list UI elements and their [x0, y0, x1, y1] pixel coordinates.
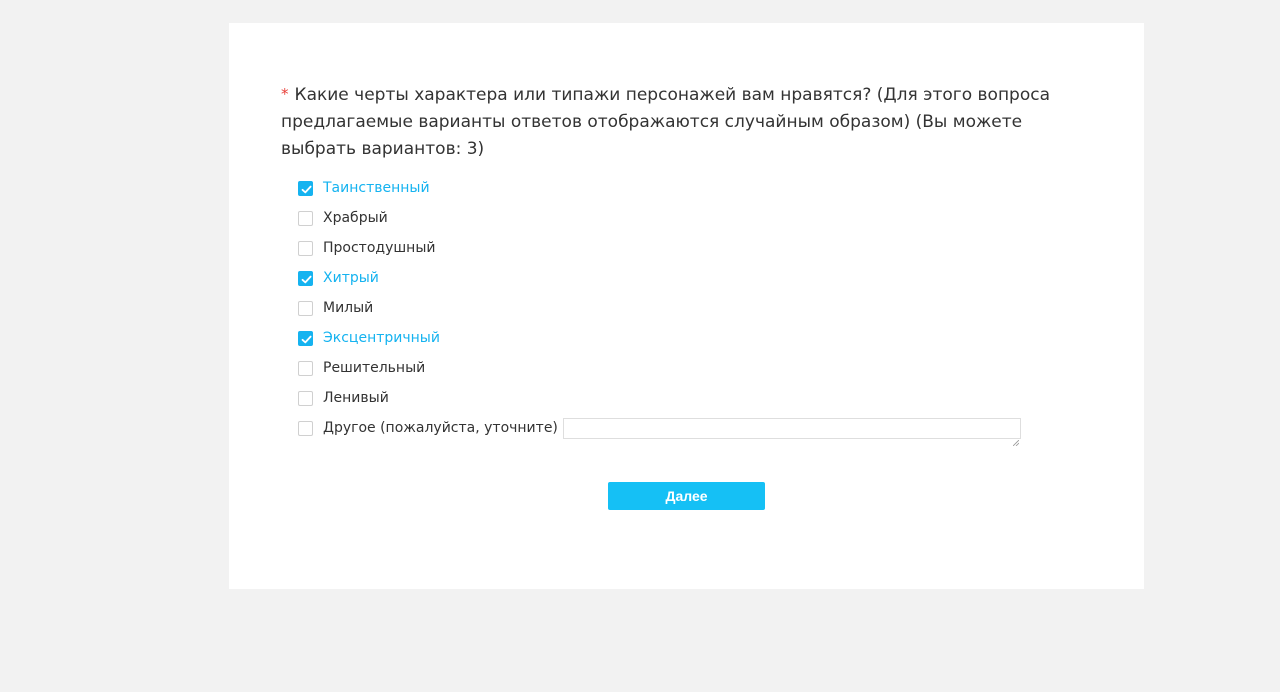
other-text-input[interactable] — [562, 417, 1021, 446]
option-item[interactable]: Ленивый — [298, 383, 1021, 413]
option-item[interactable]: Другое (пожалуйста, уточните) — [298, 413, 1021, 446]
required-mark: * — [281, 85, 289, 103]
checkbox[interactable] — [298, 300, 313, 316]
checkbox-checked[interactable] — [298, 330, 313, 346]
next-button[interactable]: Далее — [608, 482, 765, 510]
option-label: Милый — [323, 300, 374, 316]
option-item[interactable]: Таинственный — [298, 173, 1021, 203]
checkmark-icon — [301, 185, 312, 193]
question-title: * Какие черты характера или типажи персон… — [281, 81, 1081, 163]
checkmark-icon — [301, 275, 312, 283]
option-item[interactable]: Хитрый — [298, 263, 1021, 293]
option-label: Храбрый — [323, 210, 388, 226]
options-list: Таинственный Храбрый Простодушный Хитрый Мил… — [298, 173, 1021, 446]
option-label: Таинственный — [323, 180, 430, 196]
option-label: Хитрый — [323, 270, 379, 286]
survey-card: * Какие черты характера или типажи персон… — [229, 23, 1144, 589]
option-item[interactable]: Милый — [298, 293, 1021, 323]
option-label: Простодушный — [323, 240, 436, 256]
resize-grip-icon[interactable] — [1012, 431, 1020, 446]
option-item[interactable]: Решительный — [298, 353, 1021, 383]
checkbox-checked[interactable] — [298, 180, 313, 196]
option-label: Ленивый — [323, 390, 389, 406]
checkbox[interactable] — [298, 240, 313, 256]
checkbox[interactable] — [298, 390, 313, 406]
checkbox[interactable] — [298, 420, 313, 436]
option-label: Эксцентричный — [323, 330, 440, 346]
option-label: Решительный — [323, 360, 426, 376]
option-item[interactable]: Эксцентричный — [298, 323, 1021, 353]
checkbox[interactable] — [298, 210, 313, 226]
option-item[interactable]: Простодушный — [298, 233, 1021, 263]
checkbox[interactable] — [298, 360, 313, 376]
option-item[interactable]: Храбрый — [298, 203, 1021, 233]
option-label: Другое (пожалуйста, уточните) — [323, 420, 558, 436]
checkbox-checked[interactable] — [298, 270, 313, 286]
checkmark-icon — [301, 335, 312, 343]
